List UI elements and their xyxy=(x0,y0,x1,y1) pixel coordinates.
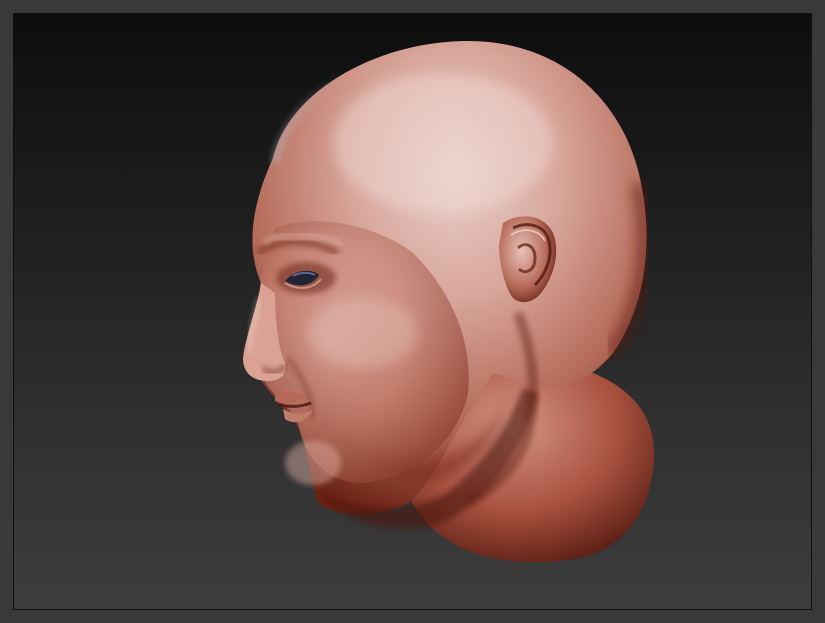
window-frame xyxy=(0,0,825,623)
head-sculpt-render xyxy=(243,40,655,563)
render-viewport xyxy=(13,13,812,610)
chin-highlight xyxy=(285,441,341,485)
cheekbone-highlight xyxy=(308,298,418,368)
cranium-highlight xyxy=(333,73,553,213)
